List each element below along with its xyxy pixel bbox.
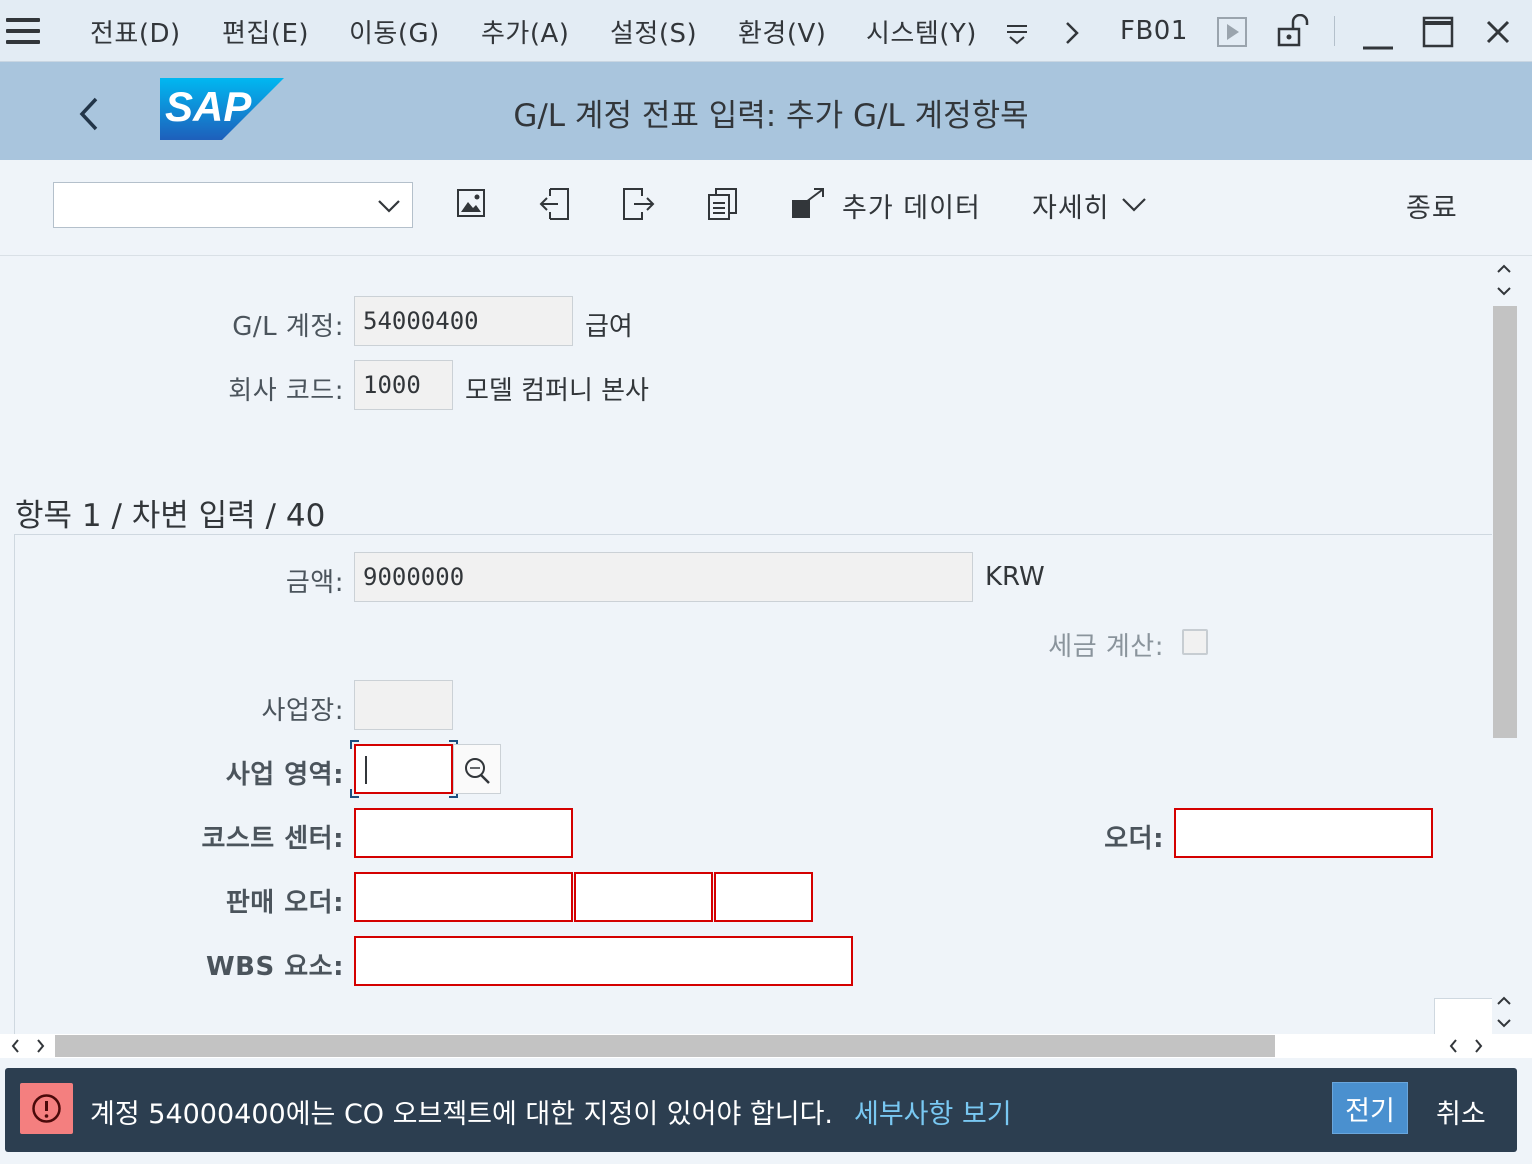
scroll-up-down-arrows[interactable] <box>1494 260 1514 300</box>
scroll-bottom-arrows[interactable] <box>1494 992 1514 1032</box>
menu-extras[interactable]: 추가(A) <box>481 0 569 62</box>
cost-center-label: 코스트 센터: <box>201 824 344 854</box>
command-dropdown[interactable] <box>53 182 413 228</box>
divider <box>1334 16 1335 46</box>
previous-document-icon[interactable] <box>538 186 572 222</box>
gl-account-description: 급여 <box>585 312 633 342</box>
execute-icon[interactable] <box>1216 16 1248 48</box>
error-icon <box>20 1083 73 1134</box>
cancel-button[interactable]: 취소 <box>1436 1092 1486 1131</box>
menu-goto[interactable]: 이동(G) <box>349 0 440 62</box>
order-label: 오더: <box>1104 824 1164 854</box>
transaction-code[interactable]: FB01 <box>1120 0 1188 62</box>
menu-bar: 전표(D) 편집(E) 이동(G) 추가(A) 설정(S) 환경(V) 시스템(… <box>0 0 1532 62</box>
menu-document[interactable]: 전표(D) <box>90 0 181 62</box>
unlock-icon[interactable] <box>1276 14 1310 48</box>
cost-center-field[interactable] <box>354 808 573 858</box>
sales-order-label: 판매 오더: <box>225 888 344 918</box>
currency-label: KRW <box>985 562 1045 592</box>
chevron-down-icon <box>378 200 400 213</box>
company-code-description: 모델 컴퍼니 본사 <box>465 376 649 406</box>
sales-order-item-field[interactable] <box>574 872 713 922</box>
more-menu-icon[interactable] <box>1004 20 1030 46</box>
additional-data-button[interactable]: 추가 데이터 <box>842 186 981 225</box>
post-button[interactable]: 전기 <box>1332 1082 1408 1134</box>
show-details-link[interactable]: 세부사항 보기 <box>854 1092 1012 1131</box>
menu-system[interactable]: 시스템(Y) <box>866 0 977 62</box>
more-label: 자세히 <box>1032 193 1110 224</box>
company-code-label: 회사 코드: <box>228 376 344 406</box>
sales-order-schedule-field[interactable] <box>714 872 813 922</box>
order-field[interactable] <box>1174 808 1433 858</box>
sales-order-field[interactable] <box>354 872 573 922</box>
maximize-icon[interactable] <box>1422 16 1454 48</box>
company-code-field[interactable]: 1000 <box>354 360 453 410</box>
focus-brackets <box>350 740 458 798</box>
horizontal-scrollbar-thumb[interactable] <box>55 1035 1275 1057</box>
business-place-field[interactable] <box>354 680 453 730</box>
menu-edit[interactable]: 편집(E) <box>222 0 309 62</box>
item-section-title: 항목 1 / 차변 입력 / 40 <box>15 498 326 534</box>
business-area-label: 사업 영역: <box>225 760 344 790</box>
close-icon[interactable] <box>1484 18 1512 46</box>
exit-button[interactable]: 종료 <box>1406 186 1458 225</box>
menu-settings[interactable]: 설정(S) <box>610 0 697 62</box>
wbs-element-field[interactable] <box>354 936 853 986</box>
amount-label: 금액: <box>285 568 344 598</box>
additional-data-icon[interactable] <box>790 186 826 222</box>
image-icon[interactable] <box>456 186 486 220</box>
business-place-label: 사업장: <box>261 696 344 726</box>
status-message: 계정 54000400에는 CO 오브젝트에 대한 지정이 있어야 합니다. <box>90 1099 833 1130</box>
value-help-button[interactable] <box>453 744 501 794</box>
chevron-down-icon[interactable] <box>1120 194 1148 216</box>
gl-account-field[interactable]: 54000400 <box>354 296 573 346</box>
more-button[interactable]: 자세히 <box>1032 186 1110 225</box>
page-title: G/L 계정 전표 입력: 추가 G/L 계정항목 <box>513 98 1029 134</box>
gl-account-label: G/L 계정: <box>232 312 344 342</box>
vertical-scrollbar-thumb[interactable] <box>1493 306 1517 738</box>
copy-document-icon[interactable] <box>706 186 738 222</box>
scroll-right-arrows[interactable] <box>1446 1036 1486 1056</box>
tax-calculation-label: 세금 계산: <box>1048 632 1164 662</box>
hamburger-menu-icon[interactable] <box>6 18 40 44</box>
wbs-element-label: WBS 요소: <box>205 952 344 982</box>
menu-environment[interactable]: 환경(V) <box>738 0 826 62</box>
search-icon <box>465 758 490 784</box>
chevron-right-icon[interactable] <box>1062 20 1082 46</box>
scroll-left-right-arrows[interactable] <box>8 1036 48 1056</box>
tax-calculation-checkbox[interactable] <box>1182 629 1208 655</box>
minimize-icon[interactable] <box>1362 20 1394 52</box>
amount-field[interactable]: 9000000 <box>354 552 973 602</box>
next-document-icon[interactable] <box>620 186 656 222</box>
